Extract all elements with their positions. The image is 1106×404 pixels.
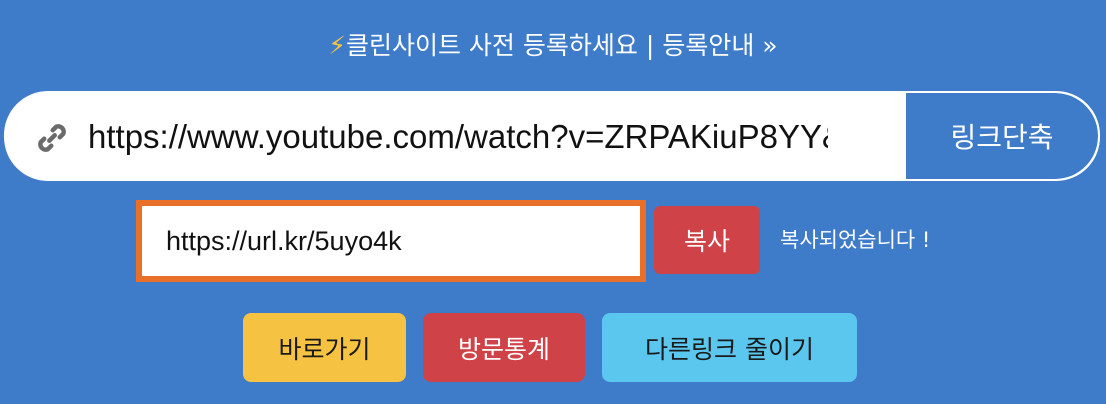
register-link[interactable]: 클린사이트 사전 등록하세요 (346, 31, 638, 60)
banner-separator: | (645, 31, 655, 60)
shorten-link-button[interactable]: 링크단축 (906, 93, 1098, 179)
short-url-field[interactable] (166, 220, 626, 262)
copy-status-text: 복사되었습니다 ! (780, 228, 931, 252)
shorten-another-button[interactable]: 다른링크 줄이기 (602, 313, 857, 382)
register-guide-link[interactable]: 등록안내 » (662, 31, 777, 60)
visit-stats-button[interactable]: 방문통계 (423, 313, 585, 382)
register-banner: ⚡클린사이트 사전 등록하세요 | 등록안내 » (0, 26, 1106, 66)
lightning-icon: ⚡ (328, 31, 346, 60)
copy-button[interactable]: 복사 (654, 206, 760, 274)
link-icon (38, 124, 66, 152)
long-url-input[interactable] (88, 111, 828, 163)
url-shorten-form: 링크단축 (4, 91, 1100, 181)
short-url-box (136, 200, 646, 282)
go-to-link-button[interactable]: 바로가기 (243, 313, 406, 382)
